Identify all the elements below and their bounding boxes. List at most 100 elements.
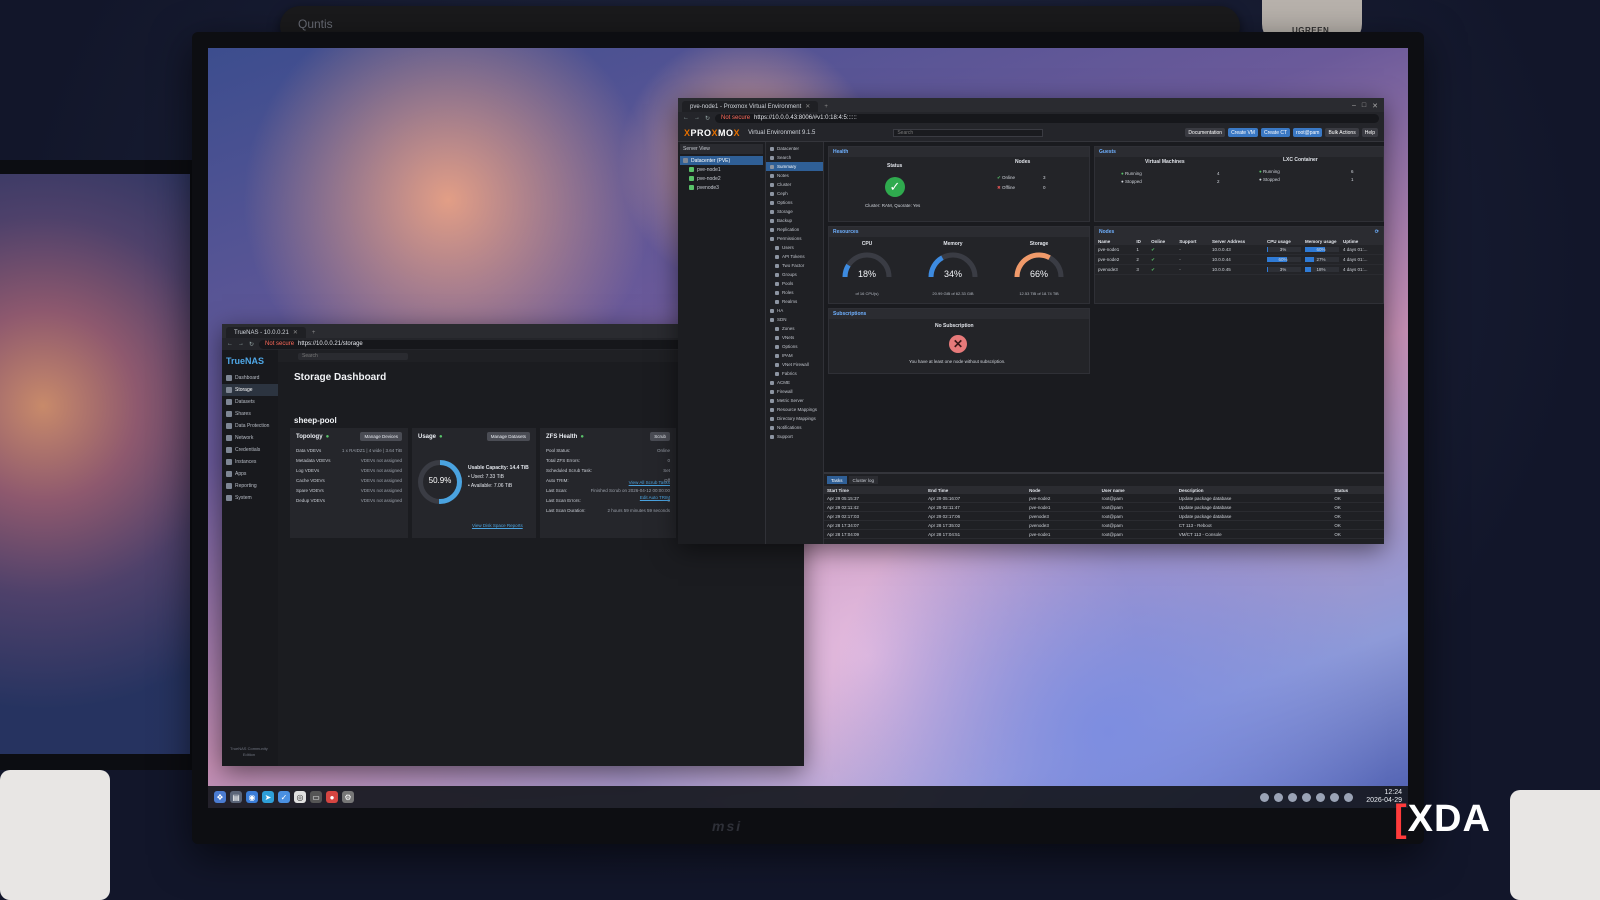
menu-item-firewall[interactable]: Firewall	[766, 387, 823, 396]
scrub-tasks-link[interactable]: View All Scrub Tasks	[629, 480, 670, 485]
menu-item-vnets[interactable]: VNets	[766, 333, 823, 342]
menu-item-two-factor[interactable]: Two Factor	[766, 261, 823, 270]
table-row[interactable]: pvenode3 3 ✔ -10.0.0.45 3% 18% 4 days 01:...	[1095, 264, 1383, 275]
sidebar-item-system[interactable]: System	[222, 492, 278, 504]
menu-item-options[interactable]: Options	[766, 342, 823, 351]
menu-item-notifications[interactable]: Notifications	[766, 423, 823, 432]
not-secure-badge[interactable]: Not secure	[721, 115, 750, 121]
table-row[interactable]: pve-node2 2 ✔ -10.0.0.44 60% 27% 4 days 01:...	[1095, 254, 1383, 265]
menu-item-ipam[interactable]: IPAM	[766, 351, 823, 360]
tray-icon[interactable]	[1302, 792, 1312, 802]
tree-node[interactable]: pve-node2	[680, 174, 763, 183]
minimize-icon[interactable]: –	[1352, 102, 1356, 110]
menu-item-metric-server[interactable]: Metric Server	[766, 396, 823, 405]
column-header[interactable]: Node	[1026, 486, 1099, 494]
close-icon[interactable]: ✕	[805, 103, 810, 110]
file-manager-icon[interactable]: ▤	[230, 791, 242, 803]
column-header[interactable]: ID	[1133, 237, 1149, 245]
sidebar-item-reporting[interactable]: Reporting	[222, 480, 278, 492]
table-row[interactable]: Apr 29 05:15:37 Apr 29 05:16:07 pve-node2 r…	[824, 494, 1384, 503]
menu-item-summary[interactable]: Summary	[766, 162, 823, 171]
menu-item-datacenter[interactable]: Datacenter	[766, 144, 823, 153]
menu-item-resource-mappings[interactable]: Resource Mappings	[766, 405, 823, 414]
menu-item-api-tokens[interactable]: API Tokens	[766, 252, 823, 261]
column-header[interactable]: Online	[1148, 237, 1177, 245]
column-header[interactable]: Uptime	[1340, 237, 1383, 245]
menu-item-notes[interactable]: Notes	[766, 171, 823, 180]
create-ct-button[interactable]: Create CT	[1260, 128, 1291, 137]
manage-datasets-button[interactable]: Manage Datasets	[486, 432, 530, 441]
forward-icon[interactable]: →	[238, 341, 244, 347]
documentation-button[interactable]: Documentation	[1185, 128, 1226, 137]
menu-item-cluster[interactable]: Cluster	[766, 180, 823, 189]
menu-item-zones[interactable]: Zones	[766, 324, 823, 333]
server-view-select[interactable]: Server View	[680, 144, 763, 154]
menu-item-sdn[interactable]: SDN	[766, 315, 823, 324]
reload-icon[interactable]: ↻	[249, 341, 254, 348]
scrub-button[interactable]: Scrub	[650, 432, 670, 441]
menu-item-pools[interactable]: Pools	[766, 279, 823, 288]
sidebar-item-data-protection[interactable]: Data Protection	[222, 420, 278, 432]
maximize-icon[interactable]: □	[1362, 102, 1366, 110]
menu-item-users[interactable]: Users	[766, 243, 823, 252]
close-window-icon[interactable]: ✕	[1372, 102, 1378, 110]
menu-item-options[interactable]: Options	[766, 198, 823, 207]
menu-item-support[interactable]: Support	[766, 432, 823, 441]
back-icon[interactable]: ←	[227, 341, 233, 347]
column-header[interactable]: Status	[1331, 486, 1384, 494]
sidebar-item-apps[interactable]: Apps	[222, 468, 278, 480]
close-icon[interactable]: ✕	[293, 329, 298, 336]
menu-item-directory-mappings[interactable]: Directory Mappings	[766, 414, 823, 423]
sidebar-item-instances[interactable]: Instances	[222, 456, 278, 468]
manage-devices-button[interactable]: Manage Devices	[360, 432, 402, 441]
browser-icon[interactable]: ◉	[246, 791, 258, 803]
search-input[interactable]: Search	[298, 352, 408, 360]
column-header[interactable]: Description	[1175, 486, 1332, 494]
root-pam-button[interactable]: root@pam	[1293, 128, 1323, 137]
tree-datacenter[interactable]: Datacenter (PVE)	[680, 156, 763, 165]
tree-node[interactable]: pve-node1	[680, 165, 763, 174]
sidebar-item-credentials[interactable]: Credentials	[222, 444, 278, 456]
menu-item-ceph[interactable]: Ceph	[766, 189, 823, 198]
column-header[interactable]: Memory usage	[1302, 237, 1341, 245]
truenas-tab[interactable]: TrueNAS - 10.0.0.21 ✕	[226, 327, 306, 338]
tab-cluster-log[interactable]: Cluster log	[848, 476, 879, 484]
volume-icon[interactable]	[1330, 792, 1340, 802]
new-tab-icon[interactable]: +	[820, 104, 832, 112]
tray-icon[interactable]	[1260, 792, 1270, 802]
table-row[interactable]: Apr 29 02:17:03 Apr 29 02:17:06 pvenode3 ro…	[824, 511, 1384, 521]
disk-space-reports-link[interactable]: View Disk Space Reports	[472, 523, 523, 528]
menu-item-acme[interactable]: ACME	[766, 378, 823, 387]
start-menu-icon[interactable]: ❖	[214, 791, 226, 803]
column-header[interactable]: User name	[1098, 486, 1176, 494]
tray-icon[interactable]	[1288, 792, 1298, 802]
table-row[interactable]: Apr 28 17:04:09 Apr 28 17:04:51 pve-node1 r…	[824, 529, 1384, 539]
help-button[interactable]: Help	[1361, 128, 1378, 137]
sidebar-item-dashboard[interactable]: Dashboard	[222, 372, 278, 384]
check-app-icon[interactable]: ✓	[278, 791, 290, 803]
auto-trim-link[interactable]: Edit Auto TRIM	[640, 495, 670, 500]
sidebar-item-datasets[interactable]: Datasets	[222, 396, 278, 408]
menu-item-permissions[interactable]: Permissions	[766, 234, 823, 243]
tray-icon[interactable]	[1274, 792, 1284, 802]
menu-item-groups[interactable]: Groups	[766, 270, 823, 279]
not-secure-badge[interactable]: Not secure	[265, 341, 294, 347]
column-header[interactable]: Server Address	[1209, 237, 1265, 245]
address-field[interactable]: Not secure https://10.0.0.43:8006/#v1:0:…	[715, 113, 1379, 123]
column-header[interactable]: Support	[1176, 237, 1209, 245]
menu-item-fabrics[interactable]: Fabrics	[766, 369, 823, 378]
refresh-icon[interactable]: ⟳	[1375, 229, 1379, 235]
table-row[interactable]: Apr 28 17:34:07 Apr 28 17:35:02 pvenode3 ro…	[824, 520, 1384, 530]
menu-item-backup[interactable]: Backup	[766, 216, 823, 225]
menu-item-storage[interactable]: Storage	[766, 207, 823, 216]
column-header[interactable]: End Time	[925, 486, 1027, 494]
menu-item-search[interactable]: Search	[766, 153, 823, 162]
column-header[interactable]: Name	[1095, 237, 1134, 245]
sidebar-item-storage[interactable]: Storage	[222, 384, 278, 396]
proxmox-tab[interactable]: pve-node1 - Proxmox Virtual Environment …	[682, 101, 819, 112]
new-tab-icon[interactable]: +	[308, 330, 320, 338]
table-row[interactable]: Apr 29 02:11:42 Apr 29 02:11:47 pve-node1 r…	[824, 502, 1384, 512]
forward-icon[interactable]: →	[694, 115, 700, 121]
reload-icon[interactable]: ↻	[705, 115, 710, 122]
sidebar-item-network[interactable]: Network	[222, 432, 278, 444]
